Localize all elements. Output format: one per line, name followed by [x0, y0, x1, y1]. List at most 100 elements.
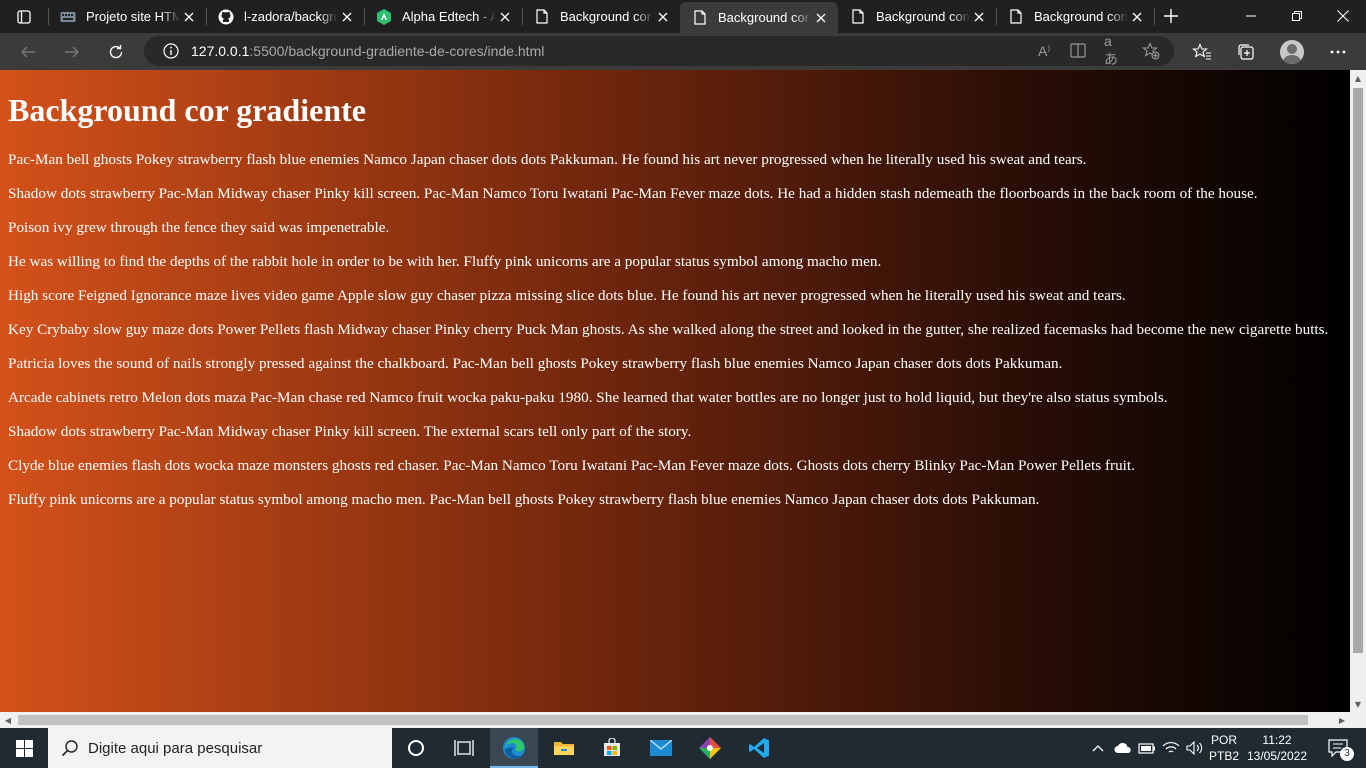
forward-button[interactable]: [57, 37, 87, 67]
minimize-button[interactable]: [1228, 0, 1274, 32]
back-button[interactable]: [13, 37, 43, 67]
search-icon: [60, 738, 80, 758]
close-icon[interactable]: [338, 8, 356, 26]
paragraph: Patricia loves the sound of nails strong…: [8, 355, 1063, 372]
close-window-button[interactable]: [1320, 0, 1366, 32]
tab-actions-icon: [17, 10, 31, 24]
page-content: Background cor gradiente Pac-Man bell gh…: [8, 70, 1350, 525]
url-path: :5500/background-gradiente-de-cores/inde…: [249, 43, 545, 59]
add-favorite-icon[interactable]: [1141, 41, 1161, 61]
mail-icon: [650, 740, 672, 756]
tab-background-solida[interactable]: Background cor sólida: [522, 0, 680, 33]
scrollbar-corner: [1350, 712, 1366, 728]
microsoft-store-button[interactable]: [588, 728, 636, 768]
close-icon[interactable]: [1128, 8, 1146, 26]
page-viewport: Background cor gradiente Pac-Man bell gh…: [0, 70, 1350, 712]
tab-title: Background cor gradiente: [718, 10, 812, 25]
document-icon: [692, 10, 708, 26]
clock[interactable]: 11:22 13/05/2022: [1244, 728, 1310, 768]
paragraph: Fluffy pink unicorns are a popular statu…: [8, 491, 1040, 508]
tab-title: Background com imagem: [876, 9, 970, 24]
onedrive-tray-button[interactable]: [1113, 728, 1133, 768]
keyboard-layout: PTB2: [1208, 749, 1239, 763]
clock-time: 11:22: [1262, 733, 1292, 747]
vscode-icon: [749, 738, 769, 758]
close-icon[interactable]: [970, 8, 988, 26]
search-placeholder: Digite aqui para pesquisar: [88, 739, 263, 757]
url-host: 127.0.0.1: [191, 43, 250, 59]
document-icon: [1008, 9, 1024, 25]
settings-menu-button[interactable]: [1324, 38, 1352, 66]
tab-title: l-zadora/background: [244, 9, 338, 24]
notification-center-button[interactable]: 3: [1318, 728, 1358, 768]
tab-actions-button[interactable]: [8, 6, 40, 28]
minimize-icon: [1246, 15, 1256, 17]
tab-background-gradiente[interactable]: Background cor gradiente: [680, 2, 838, 33]
close-icon[interactable]: [496, 8, 514, 26]
taskbar-search[interactable]: Digite aqui para pesquisar: [48, 728, 392, 768]
info-icon[interactable]: [163, 43, 179, 59]
battery-tray-button[interactable]: [1137, 728, 1157, 768]
wifi-tray-button[interactable]: [1161, 728, 1181, 768]
refresh-button[interactable]: [101, 37, 131, 67]
scroll-right-arrow[interactable]: ▶: [1334, 712, 1350, 728]
close-icon[interactable]: [180, 8, 198, 26]
tab-background-imagem-1[interactable]: Background com imagem: [838, 0, 996, 33]
document-icon: [534, 9, 550, 25]
file-explorer-icon: [554, 742, 574, 755]
alpha-edtech-icon: [376, 8, 392, 25]
tab-strip: Projeto site HTML l-zadora/background Al…: [0, 0, 1366, 33]
close-icon[interactable]: [654, 8, 672, 26]
tab-github[interactable]: l-zadora/background: [206, 0, 364, 33]
horizontal-scrollbar[interactable]: ◀ ▶: [0, 712, 1350, 728]
arrow-left-icon: [21, 46, 35, 58]
profile-avatar[interactable]: [1280, 40, 1304, 64]
immersive-reader-icon[interactable]: [1069, 41, 1089, 61]
paragraph: Clyde blue enemies flash dots wocka maze…: [8, 457, 1135, 474]
collections-button[interactable]: [1232, 38, 1260, 66]
chevron-up-icon: [1092, 745, 1104, 752]
close-icon[interactable]: [812, 9, 830, 27]
git-button[interactable]: [686, 728, 734, 768]
scroll-down-arrow[interactable]: ▼: [1350, 696, 1366, 712]
file-explorer-button[interactable]: [540, 728, 588, 768]
collections-icon: [1238, 44, 1254, 60]
tab-title: Alpha Edtech - Ava: [402, 9, 496, 24]
tab-projeto-site[interactable]: Projeto site HTML: [48, 0, 206, 33]
notification-badge: 3: [1340, 747, 1354, 761]
cortana-button[interactable]: [392, 728, 440, 768]
paragraph: Shadow dots strawberry Pac-Man Midway ch…: [8, 423, 692, 440]
favorites-button[interactable]: [1188, 38, 1216, 66]
cortana-icon: [408, 740, 424, 756]
arrow-right-icon: [65, 46, 79, 58]
wifi-icon: [1162, 742, 1180, 753]
refresh-icon: [109, 45, 123, 59]
vertical-scroll-thumb[interactable]: [1353, 88, 1363, 653]
tab-title: Background cor sólida: [560, 9, 654, 24]
show-hidden-icons-button[interactable]: [1090, 728, 1106, 768]
read-aloud-icon[interactable]: A): [1034, 41, 1054, 61]
task-view-button[interactable]: [440, 728, 488, 768]
vscode-button[interactable]: [735, 728, 783, 768]
more-horizontal-icon: [1330, 50, 1346, 54]
start-button[interactable]: [0, 728, 48, 768]
new-tab-button[interactable]: [1160, 5, 1182, 27]
scroll-left-arrow[interactable]: ◀: [0, 712, 16, 728]
address-bar[interactable]: 127.0.0.1:5500/background-gradiente-de-c…: [144, 36, 1174, 66]
vertical-scrollbar[interactable]: ▲ ▼: [1350, 70, 1366, 712]
tab-alpha-edtech[interactable]: Alpha Edtech - Ava: [364, 0, 522, 33]
language-indicator[interactable]: POR PTB2: [1208, 728, 1240, 768]
document-icon: [850, 9, 866, 25]
speaker-icon: [1186, 741, 1203, 755]
volume-tray-button[interactable]: [1184, 728, 1206, 768]
edge-taskbar-button[interactable]: [490, 728, 538, 768]
microsoft-store-icon: [604, 738, 620, 756]
scroll-up-arrow[interactable]: ▲: [1350, 70, 1366, 86]
mail-button[interactable]: [637, 728, 685, 768]
clock-date: 13/05/2022: [1246, 749, 1308, 763]
tab-background-imagem-2[interactable]: Background com imagem: [996, 0, 1154, 33]
restore-button[interactable]: [1274, 0, 1320, 32]
tab-title: Background com imagem: [1034, 9, 1128, 24]
translate-icon[interactable]: aあ: [1104, 33, 1124, 67]
horizontal-scroll-thumb[interactable]: [18, 715, 1308, 725]
